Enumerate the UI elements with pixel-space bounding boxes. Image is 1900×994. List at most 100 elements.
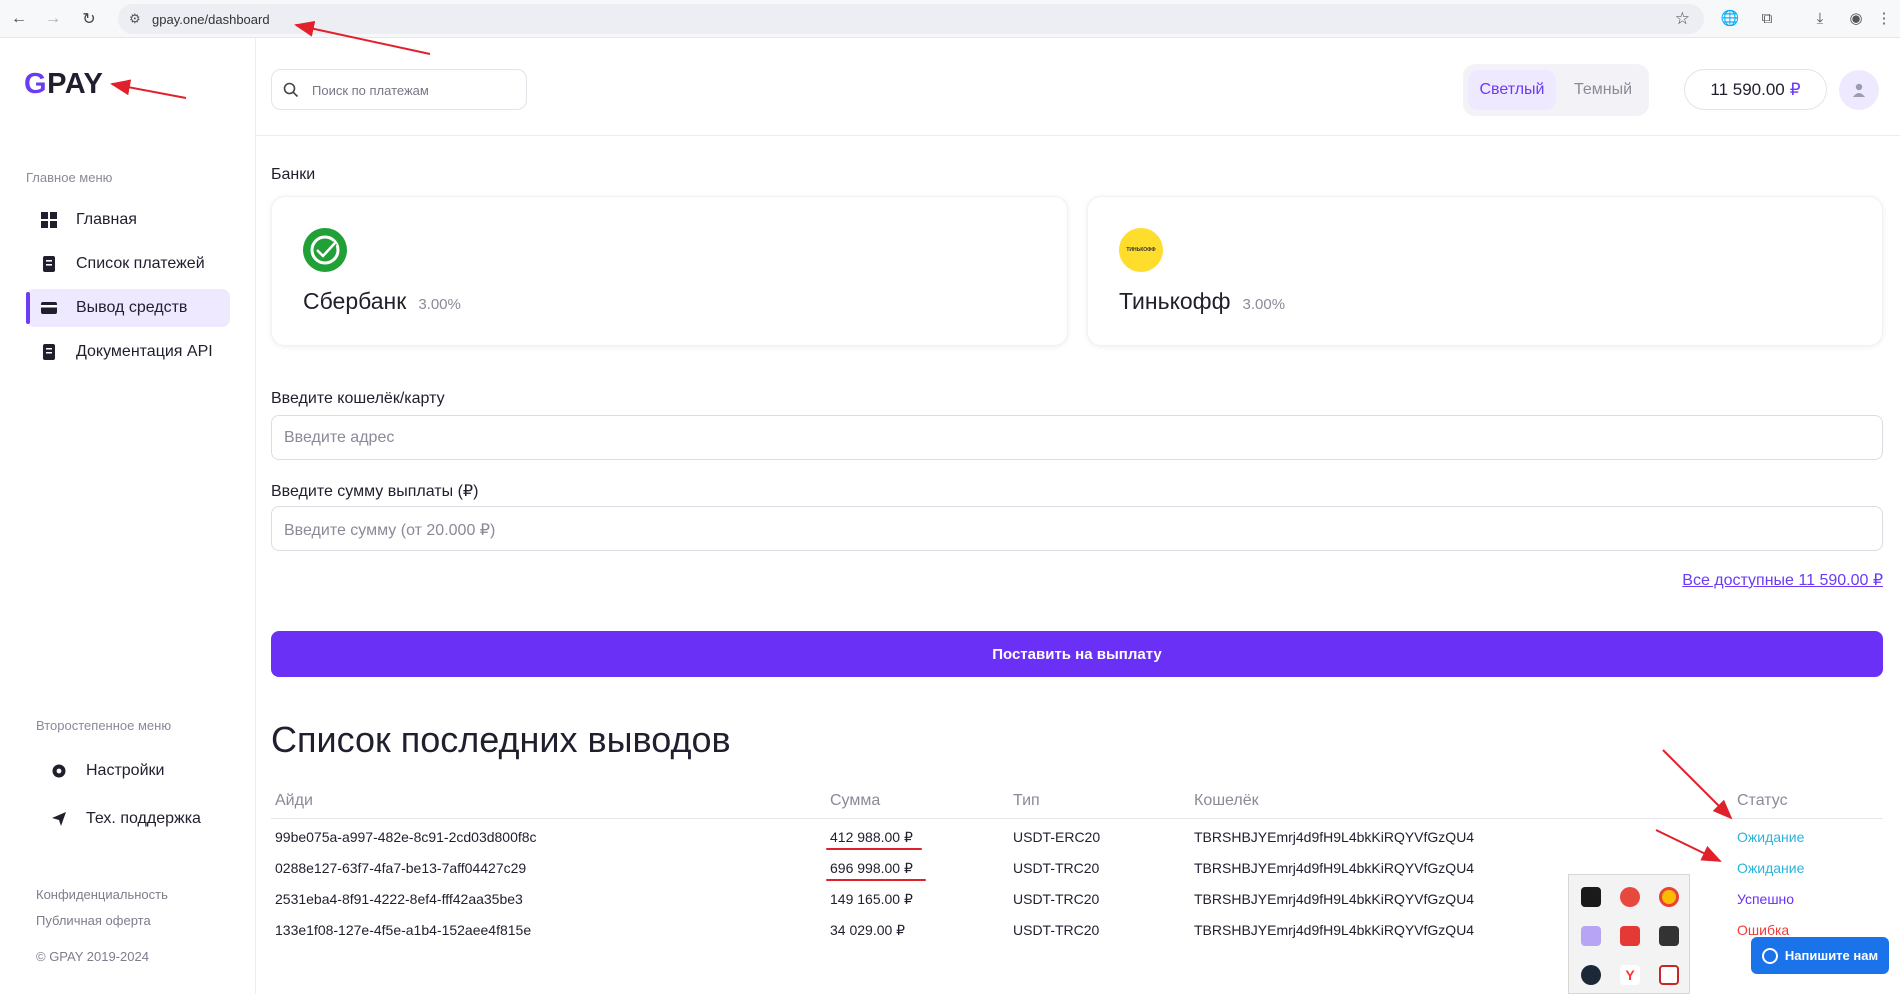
- tinkoff-logo-icon: ТИНЬКОФФ: [1119, 228, 1163, 272]
- receipt-icon: [40, 255, 58, 273]
- browser-toolbar: ← → ↻ ⚙ gpay.one/dashboard ☆ 🌐 ⧉ ⤓ ◉ ⋮: [0, 0, 1900, 38]
- sidebar-item-settings[interactable]: Настройки: [36, 752, 240, 790]
- column-header-id: Айди: [275, 792, 313, 809]
- sidebar-item-label: Тех. поддержка: [86, 810, 201, 827]
- nvidia-icon[interactable]: [1581, 887, 1601, 907]
- chat-label: Напишите нам: [1784, 948, 1879, 963]
- bank-card-sber[interactable]: Сбербанк 3.00%: [271, 196, 1068, 346]
- profile-avatar-icon[interactable]: ◉: [1846, 8, 1866, 28]
- arrow-to-status-1: [1662, 749, 1733, 820]
- submit-withdraw-button[interactable]: Поставить на выплату: [271, 631, 1883, 677]
- globe-icon[interactable]: 🌐: [1720, 8, 1740, 28]
- topbar: Поиск по платежам Светлый Темный 11 590.…: [256, 38, 1900, 136]
- bank-name: Сбербанк: [303, 288, 407, 314]
- gear-icon: [50, 762, 68, 780]
- row-status: Ожидание: [1737, 829, 1805, 845]
- url-text: gpay.one/dashboard: [152, 12, 270, 27]
- forward-icon[interactable]: →: [42, 8, 64, 30]
- extensions-icon[interactable]: ⧉: [1757, 8, 1777, 28]
- theme-dark-button[interactable]: Темный: [1559, 70, 1647, 110]
- column-header-amount: Сумма: [830, 792, 881, 809]
- table-header-divider: [271, 818, 1883, 819]
- sidebar-item-label: Документация API: [76, 343, 213, 360]
- bank-name-row: Сбербанк 3.00%: [303, 288, 461, 315]
- search-placeholder: Поиск по платежам: [312, 83, 429, 98]
- user-icon: [1853, 83, 1865, 97]
- public-offer-link[interactable]: Публичная оферта: [36, 913, 151, 928]
- theme-toggle: Светлый Темный: [1463, 64, 1649, 116]
- sidebar-item-api-docs[interactable]: Документация API: [26, 333, 230, 371]
- balance-badge[interactable]: 11 590.00 ₽: [1684, 69, 1827, 110]
- theme-light-button[interactable]: Светлый: [1468, 70, 1556, 110]
- privacy-link[interactable]: Конфиденциальность: [36, 887, 168, 902]
- row-status: Успешно: [1737, 891, 1795, 907]
- sidebar-item-withdraw[interactable]: Вывод средств: [26, 289, 230, 327]
- anydesk-icon[interactable]: [1620, 926, 1640, 946]
- document-icon: [40, 343, 58, 361]
- arrow-to-status-2: [1655, 829, 1722, 862]
- chrome-icon[interactable]: [1659, 887, 1679, 907]
- shield-icon[interactable]: [1659, 965, 1679, 985]
- back-icon[interactable]: ←: [8, 8, 30, 30]
- bank-name: Тинькофф: [1119, 288, 1231, 314]
- search-input[interactable]: Поиск по платежам: [271, 69, 527, 110]
- gpay-logo[interactable]: GPAY: [24, 68, 103, 101]
- bank-card-tinkoff[interactable]: ТИНЬКОФФ Тинькофф 3.00%: [1087, 196, 1883, 346]
- bank-fee: 3.00%: [418, 296, 461, 313]
- row-type: USDT-TRC20: [1013, 860, 1100, 876]
- row-id: 0288e127-63f7-4fa7-be13-7aff04427c29: [275, 860, 527, 876]
- row-type: USDT-TRC20: [1013, 891, 1100, 907]
- wallet-input[interactable]: Введите адрес: [271, 415, 1883, 460]
- annotation-underline: [826, 848, 922, 850]
- wallet-placeholder: Введите адрес: [284, 429, 395, 446]
- search-icon: [283, 82, 299, 98]
- user-avatar[interactable]: [1839, 70, 1879, 110]
- sidebar-item-support[interactable]: Тех. поддержка: [36, 800, 240, 838]
- app-tray-icon[interactable]: [1620, 887, 1640, 907]
- row-id: 2531eba4-8f91-4222-8ef4-fff42aa35be3: [275, 891, 523, 907]
- menu-icon[interactable]: ⋮: [1874, 8, 1894, 28]
- amount-placeholder: Введите сумму (от 20.000 ₽): [284, 522, 496, 539]
- logo-accent-letter: G: [24, 68, 48, 100]
- site-info-icon[interactable]: ⚙: [129, 11, 141, 27]
- pen-icon[interactable]: [1581, 926, 1601, 946]
- row-wallet: TBRSHBJYEmrj4d9fH9L4bkKiRQYVfGzQU4: [1194, 829, 1475, 845]
- chat-bubble-icon: [1761, 947, 1778, 964]
- amount-label: Введите сумму выплаты (₽): [271, 483, 479, 500]
- tinkoff-logo-text: ТИНЬКОФФ: [1126, 247, 1156, 253]
- amount-input[interactable]: Введите сумму (от 20.000 ₽): [271, 506, 1883, 551]
- row-id: 99be075a-a997-482e-8c91-2cd03d800f8c: [275, 829, 537, 845]
- card-icon: [40, 299, 58, 317]
- main-menu-label: Главное меню: [26, 170, 113, 185]
- reload-icon[interactable]: ↻: [78, 8, 100, 30]
- download-icon[interactable]: ⤓: [1810, 8, 1830, 28]
- withdrawals-title: Список последних выводов: [271, 719, 731, 760]
- row-wallet: TBRSHBJYEmrj4d9fH9L4bkKiRQYVfGzQU4: [1194, 860, 1475, 876]
- row-wallet: TBRSHBJYEmrj4d9fH9L4bkKiRQYVfGzQU4: [1194, 922, 1475, 938]
- sberbank-logo-icon: [303, 228, 347, 272]
- row-amount: 149 165.00 ₽: [830, 891, 913, 907]
- all-available-link[interactable]: Все доступные 11 590.00 ₽: [1682, 570, 1883, 590]
- sidebar-item-label: Вывод средств: [76, 299, 188, 316]
- column-header-type: Тип: [1013, 792, 1040, 809]
- steam-icon[interactable]: [1581, 965, 1601, 985]
- row-type: USDT-TRC20: [1013, 922, 1100, 938]
- row-status: Ошибка: [1737, 922, 1790, 938]
- secondary-menu-label: Второстепенное меню: [36, 718, 172, 733]
- row-amount: 696 998.00 ₽: [830, 860, 913, 876]
- sidebar-item-payments[interactable]: Список платежей: [26, 245, 230, 283]
- sidebar-item-label: Настройки: [86, 762, 165, 779]
- column-header-status: Статус: [1737, 792, 1788, 809]
- sidebar-item-home[interactable]: Главная: [26, 201, 230, 239]
- row-wallet: TBRSHBJYEmrj4d9fH9L4bkKiRQYVfGzQU4: [1194, 891, 1475, 907]
- sidebar-item-label: Главная: [76, 211, 137, 228]
- chat-button[interactable]: Напишите нам: [1751, 937, 1889, 974]
- bookmark-star-icon[interactable]: ☆: [1675, 9, 1690, 29]
- yandex-icon[interactable]: Y: [1620, 965, 1640, 985]
- banks-heading: Банки: [271, 166, 316, 183]
- monitor-icon[interactable]: [1659, 926, 1679, 946]
- row-type: USDT-ERC20: [1013, 829, 1101, 845]
- address-bar[interactable]: ⚙ gpay.one/dashboard ☆: [118, 4, 1704, 34]
- balance-amount: 11 590.00: [1710, 79, 1785, 99]
- send-icon: [50, 810, 68, 828]
